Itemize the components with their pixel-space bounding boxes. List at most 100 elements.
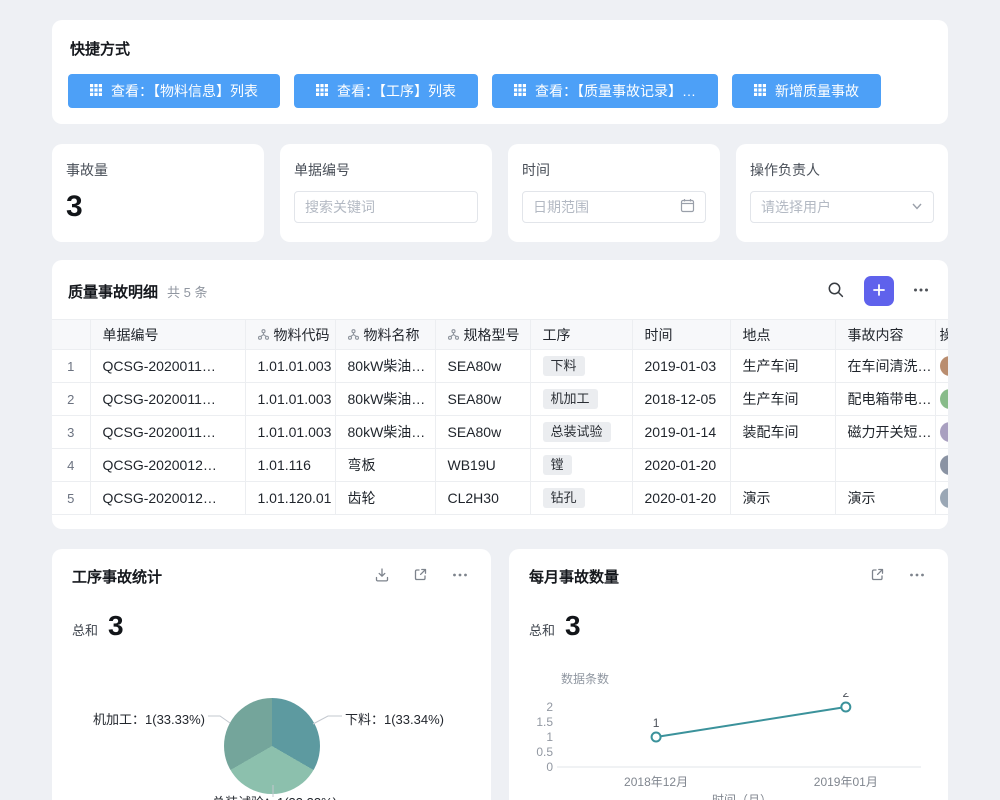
cell-material-code: 1.01.116	[245, 449, 335, 482]
relation-icon	[258, 327, 269, 343]
stat-value: 3	[66, 192, 250, 222]
cell-material-name: 齿轮	[335, 482, 435, 515]
pie-chart	[224, 698, 320, 794]
add-record-button[interactable]	[864, 276, 894, 306]
col-header-time[interactable]: 时间	[632, 320, 730, 350]
more-actions-button[interactable]	[449, 564, 471, 589]
shortcut-label: 新增质量事故	[775, 81, 859, 101]
operator-placeholder: 请选择用户	[761, 197, 831, 217]
filter-label: 操作负责人	[750, 160, 934, 180]
filter-card-doc-no: 单据编号	[280, 144, 492, 242]
table-row[interactable]: 2 QCSG-2020011… 1.01.01.003 80kW柴油… SEA8…	[52, 383, 948, 416]
cell-content: 配电箱带电…	[835, 383, 935, 416]
search-button[interactable]	[825, 279, 846, 303]
process-tag: 镗	[543, 455, 572, 475]
total-label: 总和	[72, 620, 98, 639]
shortcuts-card: 快捷方式 查看：【物料信息】列表 查看：【工序】列表 查看：【质量事故记录】… …	[52, 20, 948, 124]
total-label: 总和	[529, 620, 555, 639]
stat-label: 事故量	[66, 160, 250, 180]
cell-material-name: 80kW柴油…	[335, 383, 435, 416]
pie-label-assembly-test: 总装试验：1(33.33%)	[212, 792, 337, 800]
cell-time: 2018-12-05	[632, 383, 730, 416]
col-header-spec[interactable]: 规格型号	[435, 320, 530, 350]
cell-content: 在车间清洗…	[835, 350, 935, 383]
download-button[interactable]	[372, 565, 392, 588]
total-value: 3	[108, 612, 124, 640]
svg-text:2: 2	[546, 700, 553, 714]
cell-material-code: 1.01.01.003	[245, 383, 335, 416]
process-stats-card: 工序事故统计 总和 3 机加工：1(33.33%) 下料：1(33.34%) 总…	[52, 549, 491, 800]
cell-process: 总装试验	[530, 416, 632, 449]
cell-process: 机加工	[530, 383, 632, 416]
col-header-operator[interactable]: 操作负责人	[935, 320, 948, 350]
operator-select[interactable]: 请选择用户	[750, 191, 934, 223]
more-actions-button[interactable]	[910, 279, 932, 304]
col-header-content[interactable]: 事故内容	[835, 320, 935, 350]
dashboard-page: 快捷方式 查看：【物料信息】列表 查看：【工序】列表 查看：【质量事故记录】… …	[0, 0, 1000, 800]
cell-place: 演示	[730, 482, 835, 515]
table-row[interactable]: 3 QCSG-2020011… 1.01.01.003 80kW柴油… SEA8…	[52, 416, 948, 449]
filter-label: 时间	[522, 160, 706, 180]
cell-place	[730, 449, 835, 482]
doc-no-search-input[interactable]	[294, 191, 478, 223]
cell-place: 装配车间	[730, 416, 835, 449]
col-header-place[interactable]: 地点	[730, 320, 835, 350]
stat-card-accident-count: 事故量 3	[52, 144, 264, 242]
cell-operator	[935, 416, 948, 449]
cell-process: 下料	[530, 350, 632, 383]
relation-icon	[348, 327, 359, 343]
svg-text:时间（月）: 时间（月）	[712, 793, 772, 800]
filter-card-time: 时间 日期范围	[508, 144, 720, 242]
more-actions-button[interactable]	[906, 564, 928, 589]
cell-content: 演示	[835, 482, 935, 515]
grid-icon	[514, 83, 526, 99]
svg-text:0.5: 0.5	[536, 745, 553, 759]
expand-button[interactable]	[411, 565, 430, 587]
total-value: 3	[565, 612, 581, 640]
cell-time: 2019-01-03	[632, 350, 730, 383]
col-header-material-name[interactable]: 物料名称	[335, 320, 435, 350]
cell-time: 2020-01-20	[632, 449, 730, 482]
chevron-down-icon	[911, 199, 923, 215]
pie-chart-title: 工序事故统计	[72, 566, 162, 587]
cell-process: 钻孔	[530, 482, 632, 515]
col-header-process[interactable]: 工序	[530, 320, 632, 350]
date-range-input[interactable]: 日期范围	[522, 191, 706, 223]
table-row[interactable]: 1 QCSG-2020011… 1.01.01.003 80kW柴油… SEA8…	[52, 350, 948, 383]
cell-material-name: 80kW柴油…	[335, 416, 435, 449]
download-icon	[374, 567, 390, 586]
record-count: 共 5 条	[167, 282, 207, 301]
table-row[interactable]: 4 QCSG-2020012… 1.01.116 弯板 WB19U 镗 2020…	[52, 449, 948, 482]
row-index: 3	[52, 416, 90, 449]
cell-material-code: 1.01.01.003	[245, 350, 335, 383]
expand-button[interactable]	[868, 565, 887, 587]
shortcut-add-quality-accident-button[interactable]: 新增质量事故	[732, 74, 881, 108]
cell-doc-no: QCSG-2020012…	[90, 482, 245, 515]
svg-text:1: 1	[653, 716, 660, 730]
col-header-material-code[interactable]: 物料代码	[245, 320, 335, 350]
table-wrap: 单据编号 物料代码 物料名称 规格型号 工序 时间 地点 事故内容 操作负责人 …	[52, 319, 948, 515]
cell-place: 生产车间	[730, 383, 835, 416]
cell-operator	[935, 449, 948, 482]
avatar	[940, 422, 949, 442]
cell-doc-no: QCSG-2020012…	[90, 449, 245, 482]
shortcut-view-process-list-button[interactable]: 查看：【工序】列表	[294, 74, 478, 108]
shortcut-view-quality-records-button[interactable]: 查看：【质量事故记录】…	[492, 74, 718, 108]
cell-time: 2020-01-20	[632, 482, 730, 515]
col-header-doc-no[interactable]: 单据编号	[90, 320, 245, 350]
cell-spec: CL2H30	[435, 482, 530, 515]
quality-accident-detail-card: 质量事故明细 共 5 条 单据编号	[52, 260, 948, 529]
table-title: 质量事故明细	[68, 281, 158, 302]
line-chart-area: 00.511.5212018年12月22019年01月时间（月）	[509, 693, 948, 800]
cell-spec: WB19U	[435, 449, 530, 482]
pie-label-machining: 机加工：1(33.33%)	[93, 709, 205, 728]
table-row[interactable]: 5 QCSG-2020012… 1.01.120.01 齿轮 CL2H30 钻孔…	[52, 482, 948, 515]
line-chart: 00.511.5212018年12月22019年01月时间（月）	[523, 693, 937, 800]
cell-operator	[935, 383, 948, 416]
cell-doc-no: QCSG-2020011…	[90, 350, 245, 383]
svg-text:2: 2	[842, 693, 849, 700]
quality-accident-table: 单据编号 物料代码 物料名称 规格型号 工序 时间 地点 事故内容 操作负责人 …	[52, 319, 948, 515]
open-in-new-icon	[413, 567, 428, 585]
shortcut-view-material-list-button[interactable]: 查看：【物料信息】列表	[68, 74, 280, 108]
row-index: 4	[52, 449, 90, 482]
